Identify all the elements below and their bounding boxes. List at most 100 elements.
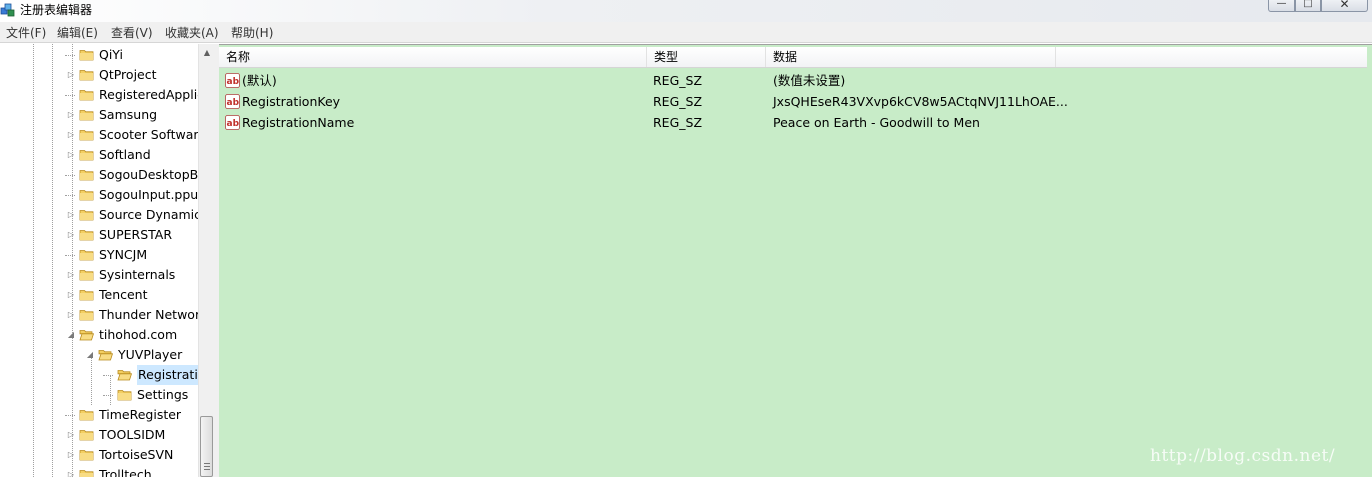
expand-arrow-icon[interactable]: ▷: [67, 431, 75, 439]
tree-node[interactable]: RegisteredApplic: [0, 85, 198, 105]
tree-connector: [65, 415, 75, 416]
list-row[interactable]: ab RegistrationName REG_SZ Peace on Earth -…: [219, 112, 1367, 133]
menu-file[interactable]: 文件(F): [6, 26, 46, 40]
list-header: 名称 类型 数据: [219, 47, 1367, 68]
tree-node-label: RegisteredApplic: [99, 87, 198, 102]
tree-node[interactable]: QiYi: [0, 45, 198, 65]
tree-node[interactable]: Settings: [0, 385, 198, 405]
tree-node-selected[interactable]: Registratio: [0, 365, 198, 385]
tree-node[interactable]: ▷ Tencent: [0, 285, 198, 305]
string-value-icon: ab: [225, 115, 240, 130]
expand-arrow-icon[interactable]: ▷: [67, 231, 75, 239]
tree-node[interactable]: SogouDesktopB: [0, 165, 198, 185]
folder-icon: [79, 448, 94, 461]
svg-text:ab: ab: [227, 98, 240, 108]
tree-node[interactable]: ▷ TOOLSIDM: [0, 425, 198, 445]
menu-favorites[interactable]: 收藏夹(A): [165, 26, 219, 40]
value-data: (数值未设置): [773, 73, 846, 88]
tree-connector: [65, 195, 75, 196]
tree-node[interactable]: ▷ QtProject: [0, 65, 198, 85]
expand-arrow-icon[interactable]: ▷: [67, 131, 75, 139]
expand-arrow-icon[interactable]: ▷: [67, 151, 75, 159]
tree-node[interactable]: ▷ Scooter Software: [0, 125, 198, 145]
close-button[interactable]: ✕: [1321, 0, 1368, 12]
title-bar: 注册表编辑器 — □ ✕: [0, 0, 1372, 22]
tree-node-label: Scooter Software: [99, 127, 198, 142]
value-data: JxsQHEseR43VXvp6kCV8w5ACtqNVJ11LhOAE...: [773, 94, 1068, 109]
folder-icon: [98, 348, 113, 361]
values-list[interactable]: 名称 类型 数据 ab (默认) REG_SZ (数值未设置) ab Registrati…: [219, 44, 1372, 477]
minimize-button[interactable]: —: [1268, 0, 1295, 12]
expand-arrow-icon[interactable]: ▷: [67, 211, 75, 219]
tree-node[interactable]: ▷ Samsung: [0, 105, 198, 125]
menu-edit[interactable]: 编辑(E): [57, 26, 98, 40]
expand-arrow-icon[interactable]: ▷: [67, 71, 75, 79]
tree-node[interactable]: TimeRegister: [0, 405, 198, 425]
expand-arrow-icon[interactable]: ▷: [67, 451, 75, 459]
list-row[interactable]: ab RegistrationKey REG_SZ JxsQHEseR43VXvp6k…: [219, 91, 1367, 112]
folder-icon: [79, 268, 94, 281]
expand-arrow-icon[interactable]: ▷: [67, 271, 75, 279]
tree-node-label: TortoiseSVN: [99, 447, 174, 462]
window-title: 注册表编辑器: [20, 3, 93, 17]
folder-icon: [79, 128, 94, 141]
folder-icon: [117, 368, 132, 381]
svg-text:ab: ab: [227, 119, 240, 129]
folder-icon: [79, 68, 94, 81]
tree-connector: [103, 375, 113, 376]
tree-node-label: Samsung: [99, 107, 158, 122]
tree-node-label: QiYi: [99, 47, 123, 62]
tree-node-label: TimeRegister: [99, 407, 182, 422]
tree-node[interactable]: ▷ Trolltech: [0, 465, 198, 477]
registry-tree[interactable]: QiYi ▷ QtProject RegisteredApplic ▷ Samsung ▷ S…: [0, 44, 198, 477]
menu-help[interactable]: 帮助(H): [231, 26, 273, 40]
folder-icon: [79, 188, 94, 201]
folder-icon: [79, 468, 94, 477]
value-name: (默认): [242, 73, 277, 88]
value-name: RegistrationKey: [242, 94, 341, 109]
tree-node[interactable]: ◢ YUVPlayer: [0, 345, 198, 365]
column-header-name[interactable]: 名称: [219, 47, 647, 67]
column-header-data[interactable]: 数据: [766, 47, 1056, 67]
tree-connector: [65, 95, 75, 96]
folder-icon: [79, 208, 94, 221]
watermark-text: http://blog.csdn.net/: [1150, 446, 1336, 466]
tree-node[interactable]: ▷ Sysinternals: [0, 265, 198, 285]
expand-arrow-icon[interactable]: ▷: [67, 311, 75, 319]
expand-arrow-icon[interactable]: ▷: [67, 471, 75, 477]
tree-node[interactable]: SogouInput.ppu: [0, 185, 198, 205]
scroll-thumb[interactable]: [200, 416, 213, 477]
tree-connector: [103, 395, 113, 396]
tree-node-label: YUVPlayer: [118, 347, 183, 362]
folder-icon: [79, 428, 94, 441]
tree-node-label: SogouDesktopB: [99, 167, 198, 182]
menu-view[interactable]: 查看(V): [111, 26, 153, 40]
tree-node[interactable]: SYNCJM: [0, 245, 198, 265]
collapse-arrow-icon[interactable]: ◢: [86, 351, 94, 359]
svg-text:ab: ab: [227, 77, 240, 87]
list-row[interactable]: ab (默认) REG_SZ (数值未设置): [219, 70, 1367, 91]
tree-node-label: Tencent: [99, 287, 148, 302]
collapse-arrow-icon[interactable]: ◢: [67, 331, 75, 339]
tree-node[interactable]: ▷ SUPERSTAR: [0, 225, 198, 245]
tree-node[interactable]: ◢ tihohod.com: [0, 325, 198, 345]
tree-node[interactable]: ▷ Softland: [0, 145, 198, 165]
value-type: REG_SZ: [653, 73, 703, 88]
registry-editor-icon: [0, 2, 16, 18]
tree-node-label: TOOLSIDM: [99, 427, 166, 442]
scroll-up-arrow-icon[interactable]: ▲: [199, 44, 215, 61]
tree-scrollbar[interactable]: ▲: [198, 44, 215, 477]
tree-node[interactable]: ▷ TortoiseSVN: [0, 445, 198, 465]
maximize-button[interactable]: □: [1295, 0, 1321, 12]
tree-node[interactable]: ▷ Thunder Networ: [0, 305, 198, 325]
expand-arrow-icon[interactable]: ▷: [67, 111, 75, 119]
value-type: REG_SZ: [653, 94, 703, 109]
menu-bar: 文件(F) 编辑(E) 查看(V) 收藏夹(A) 帮助(H): [0, 22, 1372, 43]
tree-node[interactable]: ▷ Source Dynamics: [0, 205, 198, 225]
tree-node-label: SogouInput.ppu: [99, 187, 198, 202]
folder-icon: [79, 168, 94, 181]
expand-arrow-icon[interactable]: ▷: [67, 291, 75, 299]
folder-icon: [79, 288, 94, 301]
tree-connector: [65, 55, 75, 56]
column-header-type[interactable]: 类型: [647, 47, 766, 67]
